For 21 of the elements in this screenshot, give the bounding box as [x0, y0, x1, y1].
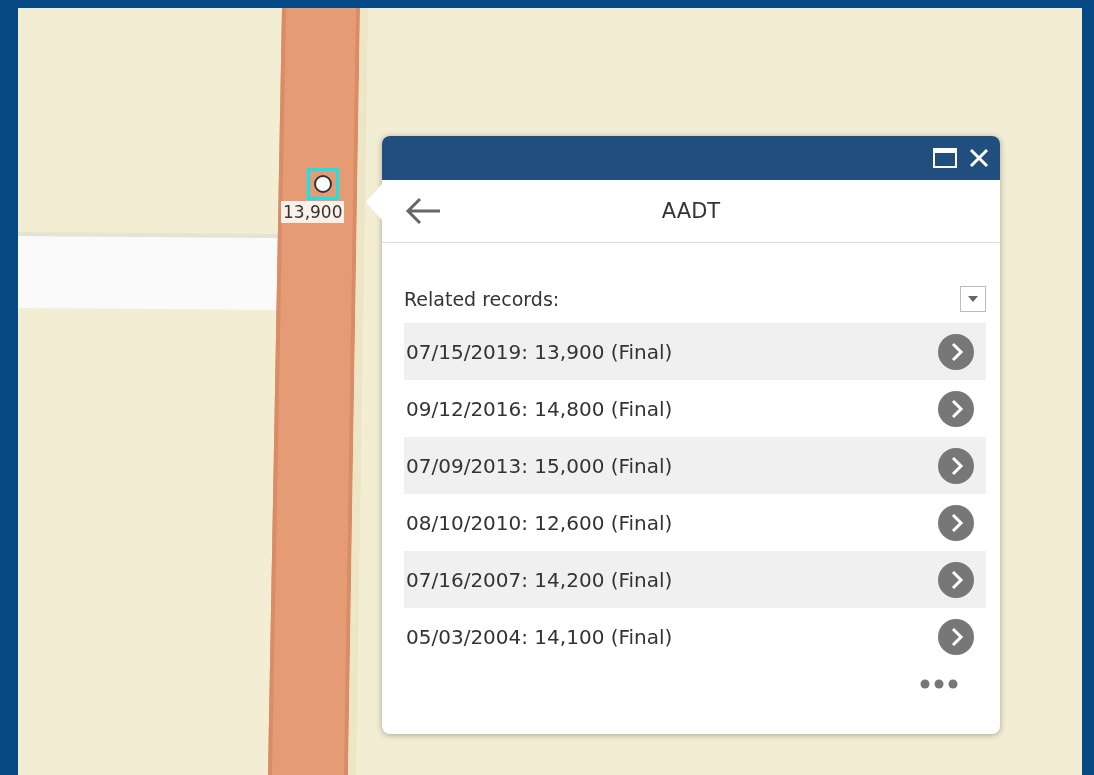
record-item[interactable]: 07/09/2013: 15,000 (Final)	[404, 437, 986, 494]
popup-title: AADT	[660, 199, 722, 223]
record-item[interactable]: 07/16/2007: 14,200 (Final)	[404, 551, 986, 608]
record-item[interactable]: 05/03/2004: 14,100 (Final)	[404, 608, 986, 665]
dropdown-button[interactable]	[960, 286, 986, 312]
chevron-right-icon	[938, 333, 974, 370]
maximize-button[interactable]	[932, 147, 958, 169]
section-label: Related records:	[404, 288, 560, 310]
chevron-right-icon	[938, 618, 974, 655]
chevron-right-icon	[938, 447, 974, 484]
chevron-right-icon	[938, 390, 974, 427]
more-icon[interactable]	[920, 679, 958, 689]
close-button[interactable]	[968, 147, 990, 169]
record-item[interactable]: 07/15/2019: 13,900 (Final)	[404, 323, 986, 380]
back-button[interactable]	[404, 197, 442, 225]
chevron-right-icon	[938, 561, 974, 598]
record-item[interactable]: 08/10/2010: 12,600 (Final)	[404, 494, 986, 551]
caret-icon	[968, 296, 978, 302]
map-label: 13,900	[281, 201, 345, 223]
record-item[interactable]: 09/12/2016: 14,800 (Final)	[404, 380, 986, 437]
chevron-right-icon	[938, 504, 974, 541]
